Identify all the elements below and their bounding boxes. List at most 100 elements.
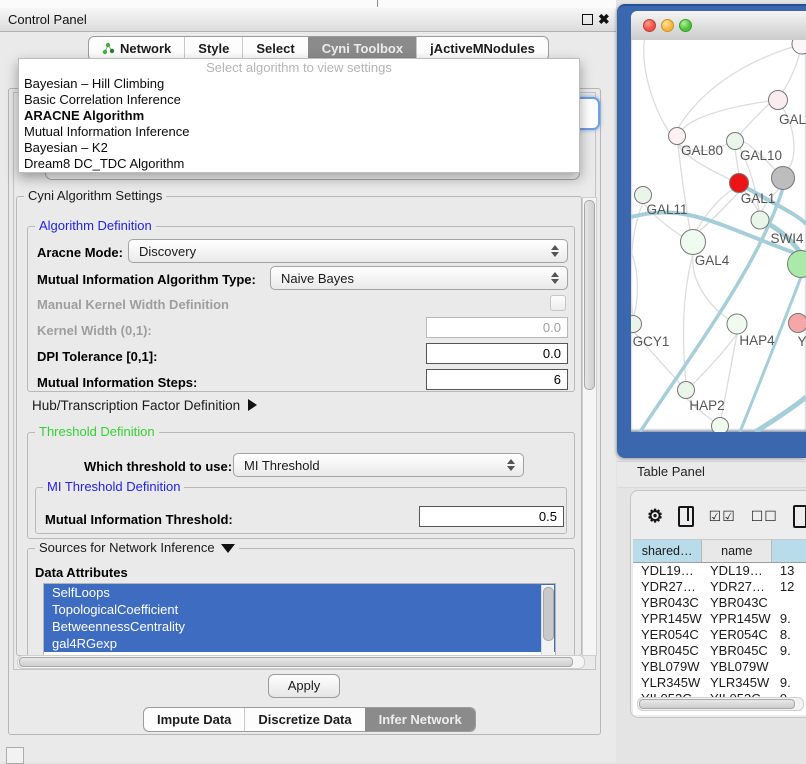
table-row[interactable]: YER054CYER054C8.	[633, 627, 806, 643]
gear-icon[interactable]: ⚙	[647, 507, 663, 525]
network-node[interactable]	[678, 382, 695, 399]
zoom-traffic-light-icon[interactable]	[679, 19, 692, 32]
select-all-rows-icon[interactable]: ☑☑	[709, 508, 736, 525]
tab-network[interactable]: Network	[89, 37, 184, 60]
manual-kernel-width-checkbox[interactable]	[550, 295, 566, 311]
aracne-mode-combo[interactable]: Discovery	[128, 239, 568, 263]
network-node[interactable]	[669, 128, 686, 145]
cyni-algorithm-settings-title: Cyni Algorithm Settings	[24, 189, 166, 203]
close-icon[interactable]: ✖	[598, 9, 610, 30]
network-node-label: GAL11	[646, 202, 687, 217]
tab-infer-network[interactable]: Infer Network	[365, 708, 475, 731]
table-horizontal-scrollbar[interactable]	[637, 697, 804, 711]
table-row[interactable]: YBR045CYBR045C9.	[633, 643, 806, 659]
settings-vertical-scrollbar[interactable]	[582, 197, 597, 656]
table-header-row: shared…name	[633, 540, 806, 563]
network-icon	[102, 42, 115, 55]
table-row[interactable]: YDR27…YDR27…12	[633, 579, 806, 595]
top-divider-tick	[377, 0, 378, 7]
table-row[interactable]: YBL079WYBL079W	[633, 659, 806, 675]
sources-group-title[interactable]: Sources for Network Inference	[35, 541, 239, 555]
mi-steps-field[interactable]: 6	[426, 369, 568, 390]
network-node[interactable]	[788, 251, 806, 278]
table-cell: 8.	[772, 627, 806, 643]
control-panel-titlebar	[0, 8, 616, 32]
tab-jactivemnodules[interactable]: jActiveMNodules	[416, 37, 548, 60]
table-column-header[interactable]: name	[702, 540, 772, 562]
tab-select[interactable]: Select	[242, 37, 307, 60]
table-row[interactable]: YBR043CYBR043C	[633, 595, 806, 611]
panel-grip-button[interactable]	[6, 747, 24, 764]
node-table: shared…name YDL19…YDL19…13YDR27…YDR27…12…	[633, 539, 806, 715]
network-edge[interactable]	[644, 40, 669, 132]
mi-threshold-field[interactable]: 0.5	[419, 506, 564, 527]
table-column-header[interactable]	[772, 540, 806, 562]
data-attribute-item[interactable]: BetweennessCentrality	[44, 618, 555, 635]
network-edge[interactable]	[735, 149, 739, 174]
network-canvas[interactable]: GALGAL80GAL10GAL1GAL11SWI4GAL4GCY1HAP4YH…	[631, 40, 806, 432]
tab-cyni-toolbox[interactable]: Cyni Toolbox	[308, 37, 416, 60]
collapse-down-icon	[221, 544, 235, 553]
mi-algorithm-type-combo[interactable]: Naive Bayes	[270, 266, 568, 290]
hub-section-toggle[interactable]: Hub/Transcription Factor Definition	[32, 398, 257, 413]
bottom-tabbar: Impute Data Discretize Data Infer Networ…	[143, 707, 476, 732]
data-attribute-item[interactable]: SelfLoops	[44, 584, 555, 601]
dropdown-item[interactable]: ARACNE Algorithm	[19, 108, 579, 124]
stepper-arrows-icon	[503, 459, 519, 471]
deselect-all-rows-icon[interactable]: ☐☐	[751, 508, 778, 525]
minimize-traffic-light-icon[interactable]	[661, 19, 674, 32]
network-node-label: GAL80	[681, 143, 723, 158]
dropdown-item[interactable]: Basic Correlation Inference	[19, 92, 579, 108]
tab-style[interactable]: Style	[184, 37, 242, 60]
network-node[interactable]	[635, 187, 652, 204]
network-node[interactable]	[789, 314, 806, 333]
settings-horizontal-scrollbar[interactable]	[17, 655, 585, 669]
which-threshold-combo[interactable]: MI Threshold	[233, 453, 524, 477]
network-window-titlebar[interactable]	[631, 11, 806, 41]
dropdown-item[interactable]: Dream8 DC_TDC Algorithm	[19, 156, 579, 172]
table-row[interactable]: YPR145WYPR145W9.	[633, 611, 806, 627]
data-attributes-list[interactable]: SelfLoopsTopologicalCoefficientBetweenne…	[43, 583, 556, 657]
network-node[interactable]	[712, 418, 729, 433]
network-node[interactable]	[727, 314, 747, 334]
network-node[interactable]	[727, 133, 744, 150]
table-row[interactable]: YDL19…YDL19…13	[633, 563, 806, 579]
table-toolbar: ⚙ ☑☑ ☐☐	[631, 499, 806, 533]
list-scrollbar[interactable]	[541, 585, 554, 655]
float-window-icon[interactable]	[582, 14, 593, 25]
network-node[interactable]	[792, 40, 806, 54]
network-node[interactable]	[751, 211, 769, 229]
network-node[interactable]	[681, 230, 706, 255]
network-node-label: GAL10	[740, 148, 782, 163]
dpi-tolerance-label: DPI Tolerance [0,1]:	[37, 349, 157, 364]
network-node[interactable]	[769, 91, 788, 110]
table-cell: 9.	[772, 675, 806, 691]
network-view-window[interactable]: GALGAL80GAL10GAL1GAL11SWI4GAL4GCY1HAP4YH…	[617, 4, 806, 458]
data-attribute-item[interactable]: gal4RGexp	[44, 635, 555, 652]
network-edge[interactable]	[739, 103, 770, 135]
data-attribute-item[interactable]: TopologicalCoefficient	[44, 601, 555, 618]
network-node[interactable]	[730, 174, 749, 193]
network-edge[interactable]	[683, 100, 778, 129]
dpi-tolerance-field[interactable]: 0.0	[426, 343, 568, 364]
tab-discretize-data[interactable]: Discretize Data	[244, 708, 364, 731]
column-visibility-icon[interactable]	[678, 506, 694, 527]
network-edge[interactable]	[698, 192, 739, 232]
dropdown-item[interactable]: Bayesian – Hill Climbing	[19, 76, 579, 92]
apply-button[interactable]: Apply	[268, 674, 340, 698]
which-threshold-value: MI Threshold	[244, 458, 503, 473]
close-traffic-light-icon[interactable]	[643, 19, 656, 32]
network-edge[interactable]	[755, 397, 806, 432]
dropdown-item[interactable]: Bayesian – K2	[19, 140, 579, 156]
new-table-icon[interactable]	[793, 505, 806, 528]
kernel-width-field[interactable]: 0.0	[426, 317, 568, 338]
table-row[interactable]: YLR345WYLR345W9.	[633, 675, 806, 691]
table-cell: YLR345W	[633, 675, 702, 691]
network-node[interactable]	[631, 316, 642, 333]
network-edge[interactable]	[781, 52, 800, 94]
tab-impute-data[interactable]: Impute Data	[144, 708, 244, 731]
network-edge[interactable]	[696, 189, 733, 231]
table-column-header[interactable]: shared…	[633, 540, 702, 562]
dropdown-item[interactable]: Mutual Information Inference	[19, 124, 579, 140]
network-node[interactable]	[772, 167, 795, 190]
